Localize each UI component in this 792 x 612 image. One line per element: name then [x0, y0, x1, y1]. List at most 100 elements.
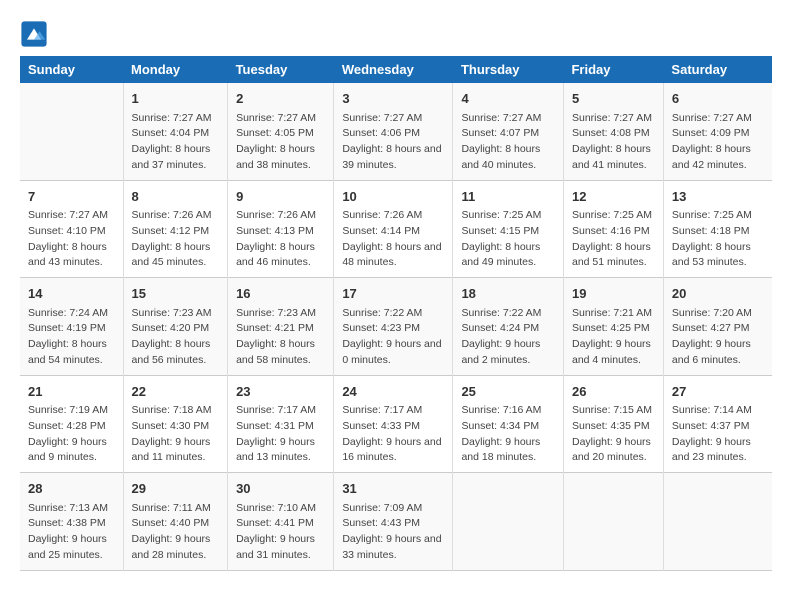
- day-number: 16: [236, 284, 325, 304]
- header-day-thursday: Thursday: [453, 56, 564, 83]
- day-cell: 6Sunrise: 7:27 AMSunset: 4:09 PMDaylight…: [663, 83, 772, 180]
- day-number: 23: [236, 382, 325, 402]
- day-info: Sunrise: 7:22 AMSunset: 4:23 PMDaylight:…: [342, 306, 444, 369]
- day-cell: 31Sunrise: 7:09 AMSunset: 4:43 PMDayligh…: [334, 473, 453, 571]
- day-info: Sunrise: 7:19 AMSunset: 4:28 PMDaylight:…: [28, 403, 115, 466]
- day-number: 22: [132, 382, 220, 402]
- day-cell: 26Sunrise: 7:15 AMSunset: 4:35 PMDayligh…: [563, 375, 663, 473]
- day-info: Sunrise: 7:26 AMSunset: 4:12 PMDaylight:…: [132, 208, 220, 271]
- day-number: 18: [461, 284, 555, 304]
- day-info: Sunrise: 7:27 AMSunset: 4:10 PMDaylight:…: [28, 208, 115, 271]
- day-cell: 27Sunrise: 7:14 AMSunset: 4:37 PMDayligh…: [663, 375, 772, 473]
- day-number: 13: [672, 187, 764, 207]
- day-cell: 24Sunrise: 7:17 AMSunset: 4:33 PMDayligh…: [334, 375, 453, 473]
- day-number: 4: [461, 89, 555, 109]
- day-number: 28: [28, 479, 115, 499]
- day-cell: 11Sunrise: 7:25 AMSunset: 4:15 PMDayligh…: [453, 180, 564, 278]
- day-number: 15: [132, 284, 220, 304]
- day-cell: 23Sunrise: 7:17 AMSunset: 4:31 PMDayligh…: [228, 375, 334, 473]
- day-cell: 2Sunrise: 7:27 AMSunset: 4:05 PMDaylight…: [228, 83, 334, 180]
- day-info: Sunrise: 7:17 AMSunset: 4:33 PMDaylight:…: [342, 403, 444, 466]
- header-day-friday: Friday: [563, 56, 663, 83]
- day-number: 7: [28, 187, 115, 207]
- day-cell: 17Sunrise: 7:22 AMSunset: 4:23 PMDayligh…: [334, 278, 453, 376]
- day-number: 27: [672, 382, 764, 402]
- page-header: [20, 20, 772, 48]
- day-number: 19: [572, 284, 655, 304]
- day-number: 14: [28, 284, 115, 304]
- day-number: 30: [236, 479, 325, 499]
- day-cell: 21Sunrise: 7:19 AMSunset: 4:28 PMDayligh…: [20, 375, 123, 473]
- day-cell: 14Sunrise: 7:24 AMSunset: 4:19 PMDayligh…: [20, 278, 123, 376]
- logo-icon: [20, 20, 48, 48]
- day-number: 9: [236, 187, 325, 207]
- week-row-4: 21Sunrise: 7:19 AMSunset: 4:28 PMDayligh…: [20, 375, 772, 473]
- day-cell: 18Sunrise: 7:22 AMSunset: 4:24 PMDayligh…: [453, 278, 564, 376]
- day-number: 20: [672, 284, 764, 304]
- header-day-monday: Monday: [123, 56, 228, 83]
- day-cell: 28Sunrise: 7:13 AMSunset: 4:38 PMDayligh…: [20, 473, 123, 571]
- day-cell: 3Sunrise: 7:27 AMSunset: 4:06 PMDaylight…: [334, 83, 453, 180]
- day-info: Sunrise: 7:26 AMSunset: 4:14 PMDaylight:…: [342, 208, 444, 271]
- header-day-saturday: Saturday: [663, 56, 772, 83]
- day-number: 2: [236, 89, 325, 109]
- day-number: 26: [572, 382, 655, 402]
- day-info: Sunrise: 7:24 AMSunset: 4:19 PMDaylight:…: [28, 306, 115, 369]
- header-day-tuesday: Tuesday: [228, 56, 334, 83]
- day-info: Sunrise: 7:15 AMSunset: 4:35 PMDaylight:…: [572, 403, 655, 466]
- day-number: 8: [132, 187, 220, 207]
- day-cell: 10Sunrise: 7:26 AMSunset: 4:14 PMDayligh…: [334, 180, 453, 278]
- day-number: 21: [28, 382, 115, 402]
- day-number: 17: [342, 284, 444, 304]
- header-day-wednesday: Wednesday: [334, 56, 453, 83]
- day-number: 3: [342, 89, 444, 109]
- day-cell: 29Sunrise: 7:11 AMSunset: 4:40 PMDayligh…: [123, 473, 228, 571]
- day-info: Sunrise: 7:10 AMSunset: 4:41 PMDaylight:…: [236, 501, 325, 564]
- day-cell: 13Sunrise: 7:25 AMSunset: 4:18 PMDayligh…: [663, 180, 772, 278]
- day-info: Sunrise: 7:27 AMSunset: 4:05 PMDaylight:…: [236, 111, 325, 174]
- day-info: Sunrise: 7:27 AMSunset: 4:04 PMDaylight:…: [132, 111, 220, 174]
- day-cell: 19Sunrise: 7:21 AMSunset: 4:25 PMDayligh…: [563, 278, 663, 376]
- day-cell: 9Sunrise: 7:26 AMSunset: 4:13 PMDaylight…: [228, 180, 334, 278]
- day-cell: 7Sunrise: 7:27 AMSunset: 4:10 PMDaylight…: [20, 180, 123, 278]
- day-number: 24: [342, 382, 444, 402]
- day-info: Sunrise: 7:14 AMSunset: 4:37 PMDaylight:…: [672, 403, 764, 466]
- week-row-2: 7Sunrise: 7:27 AMSunset: 4:10 PMDaylight…: [20, 180, 772, 278]
- day-number: 10: [342, 187, 444, 207]
- day-info: Sunrise: 7:27 AMSunset: 4:07 PMDaylight:…: [461, 111, 555, 174]
- calendar-table: SundayMondayTuesdayWednesdayThursdayFrid…: [20, 56, 772, 571]
- day-number: 6: [672, 89, 764, 109]
- day-cell: 22Sunrise: 7:18 AMSunset: 4:30 PMDayligh…: [123, 375, 228, 473]
- day-cell: 1Sunrise: 7:27 AMSunset: 4:04 PMDaylight…: [123, 83, 228, 180]
- day-cell: 20Sunrise: 7:20 AMSunset: 4:27 PMDayligh…: [663, 278, 772, 376]
- day-cell: 5Sunrise: 7:27 AMSunset: 4:08 PMDaylight…: [563, 83, 663, 180]
- week-row-5: 28Sunrise: 7:13 AMSunset: 4:38 PMDayligh…: [20, 473, 772, 571]
- day-info: Sunrise: 7:23 AMSunset: 4:21 PMDaylight:…: [236, 306, 325, 369]
- day-cell: [563, 473, 663, 571]
- day-info: Sunrise: 7:11 AMSunset: 4:40 PMDaylight:…: [132, 501, 220, 564]
- day-number: 11: [461, 187, 555, 207]
- header-day-sunday: Sunday: [20, 56, 123, 83]
- logo: [20, 20, 52, 48]
- day-info: Sunrise: 7:25 AMSunset: 4:18 PMDaylight:…: [672, 208, 764, 271]
- day-cell: 25Sunrise: 7:16 AMSunset: 4:34 PMDayligh…: [453, 375, 564, 473]
- day-info: Sunrise: 7:27 AMSunset: 4:09 PMDaylight:…: [672, 111, 764, 174]
- week-row-3: 14Sunrise: 7:24 AMSunset: 4:19 PMDayligh…: [20, 278, 772, 376]
- week-row-1: 1Sunrise: 7:27 AMSunset: 4:04 PMDaylight…: [20, 83, 772, 180]
- day-number: 29: [132, 479, 220, 499]
- day-number: 5: [572, 89, 655, 109]
- day-info: Sunrise: 7:27 AMSunset: 4:06 PMDaylight:…: [342, 111, 444, 174]
- day-info: Sunrise: 7:20 AMSunset: 4:27 PMDaylight:…: [672, 306, 764, 369]
- day-info: Sunrise: 7:27 AMSunset: 4:08 PMDaylight:…: [572, 111, 655, 174]
- day-cell: [453, 473, 564, 571]
- calendar-header: SundayMondayTuesdayWednesdayThursdayFrid…: [20, 56, 772, 83]
- day-info: Sunrise: 7:21 AMSunset: 4:25 PMDaylight:…: [572, 306, 655, 369]
- day-cell: [663, 473, 772, 571]
- day-info: Sunrise: 7:18 AMSunset: 4:30 PMDaylight:…: [132, 403, 220, 466]
- day-number: 25: [461, 382, 555, 402]
- day-number: 31: [342, 479, 444, 499]
- day-info: Sunrise: 7:16 AMSunset: 4:34 PMDaylight:…: [461, 403, 555, 466]
- day-info: Sunrise: 7:25 AMSunset: 4:15 PMDaylight:…: [461, 208, 555, 271]
- day-info: Sunrise: 7:26 AMSunset: 4:13 PMDaylight:…: [236, 208, 325, 271]
- day-info: Sunrise: 7:17 AMSunset: 4:31 PMDaylight:…: [236, 403, 325, 466]
